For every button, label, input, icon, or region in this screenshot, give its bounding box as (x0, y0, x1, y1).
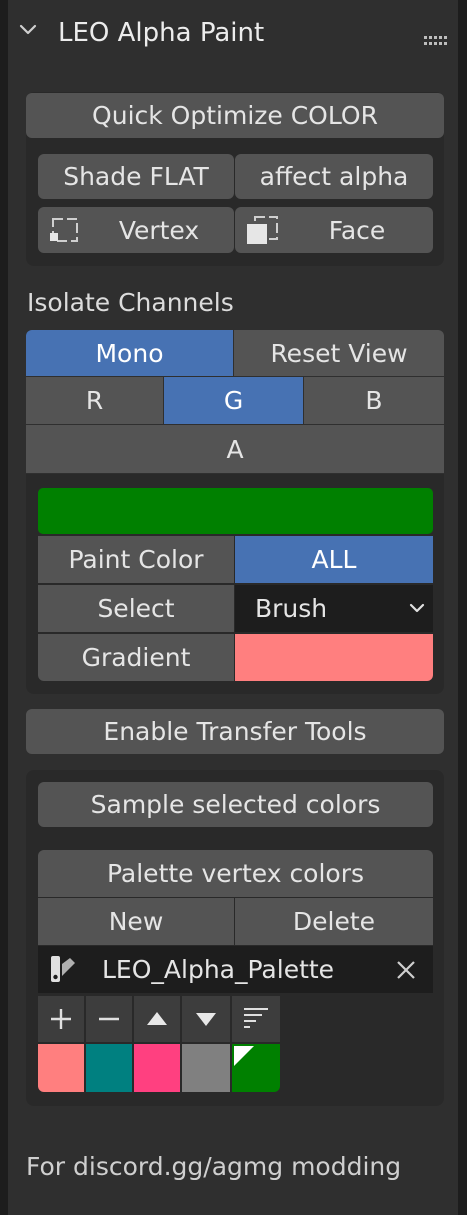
palette-swatch-active[interactable] (232, 1044, 280, 1092)
move-up-button[interactable] (134, 996, 180, 1042)
palette-swatch[interactable] (86, 1044, 132, 1092)
panel-title: LEO Alpha Paint (58, 18, 265, 48)
plus-icon (51, 1009, 71, 1029)
channel-b-button[interactable]: B (304, 377, 444, 424)
minus-icon (99, 1017, 119, 1021)
paint-color-label: Paint Color (38, 536, 234, 583)
triangle-down-icon (196, 1013, 216, 1026)
remove-color-button[interactable] (86, 996, 132, 1042)
gradient-color-swatch[interactable] (235, 634, 433, 681)
face-select-icon (247, 216, 278, 244)
paint-color-all-toggle[interactable]: ALL (235, 536, 433, 583)
palette-delete-button[interactable]: Delete (235, 898, 433, 945)
vertex-button[interactable]: Vertex (38, 207, 234, 253)
channel-g-button[interactable]: G (164, 377, 303, 424)
select-label: Select (38, 585, 234, 632)
palette-icon (51, 956, 75, 982)
vertex-label: Vertex (118, 215, 200, 245)
palette-swatch[interactable] (134, 1044, 180, 1092)
quick-optimize-button[interactable]: Quick Optimize COLOR (26, 93, 444, 138)
reset-view-button[interactable]: Reset View (234, 330, 444, 376)
select-value: Brush (255, 594, 328, 623)
sample-selected-colors-button[interactable]: Sample selected colors (38, 782, 433, 827)
palette-name-field[interactable]: LEO_Alpha_Palette (38, 946, 433, 993)
chevron-down-icon[interactable] (18, 20, 38, 40)
add-color-button[interactable] (38, 996, 84, 1042)
close-icon[interactable] (395, 959, 417, 981)
move-down-button[interactable] (182, 996, 230, 1042)
paint-color-swatch[interactable] (38, 488, 433, 534)
footer-text: For discord.gg/agmg modding (26, 1152, 402, 1181)
enable-transfer-tools-button[interactable]: Enable Transfer Tools (26, 709, 444, 754)
shade-flat-button[interactable]: Shade FLAT (38, 154, 234, 199)
sort-colors-button[interactable] (232, 996, 280, 1042)
palette-swatch[interactable] (182, 1044, 230, 1092)
affect-alpha-button[interactable]: affect alpha (235, 154, 433, 199)
palette-name: LEO_Alpha_Palette (102, 955, 335, 984)
isolate-channels-heading: Isolate Channels (27, 288, 234, 317)
triangle-up-icon (147, 1012, 167, 1025)
vertex-select-icon (50, 218, 78, 242)
mono-button[interactable]: Mono (26, 330, 233, 376)
palette-new-button[interactable]: New (38, 898, 234, 945)
channel-a-button[interactable]: A (26, 425, 444, 473)
palette-header: Palette vertex colors (38, 850, 433, 897)
palette-swatch[interactable] (38, 1044, 84, 1092)
channel-r-button[interactable]: R (26, 377, 163, 424)
face-button[interactable]: Face (235, 207, 433, 253)
chevron-down-icon (409, 603, 425, 613)
select-dropdown[interactable]: Brush (235, 585, 433, 632)
drag-grip-icon[interactable] (424, 36, 448, 48)
active-corner-icon (234, 1046, 254, 1066)
face-label: Face (328, 215, 386, 245)
gradient-label: Gradient (38, 634, 234, 681)
sort-icon (244, 1008, 268, 1028)
